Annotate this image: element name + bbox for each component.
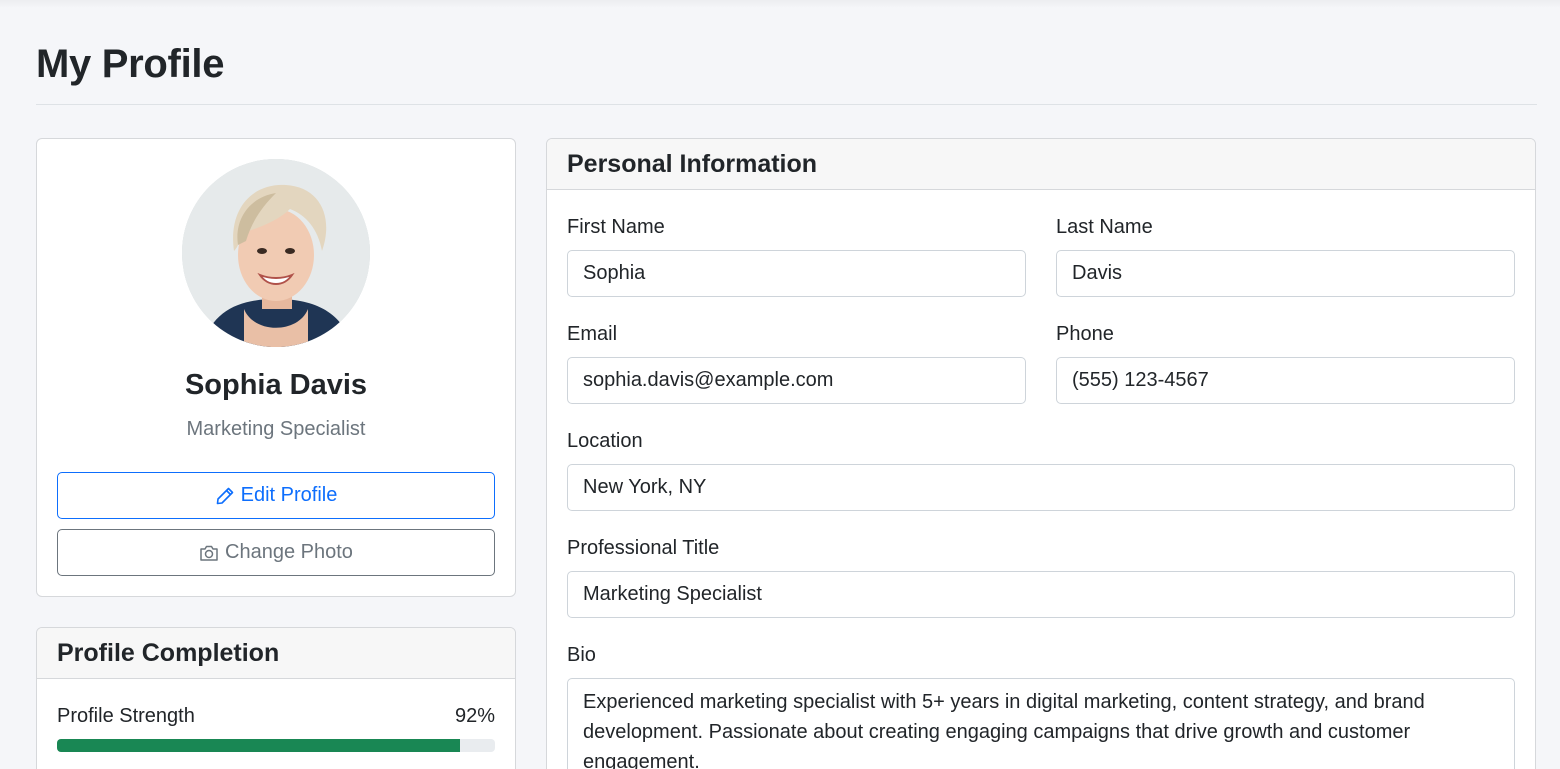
completion-header: Profile Completion (37, 628, 515, 679)
profile-job-title: Marketing Specialist (186, 418, 366, 440)
change-photo-button[interactable]: Change Photo (57, 529, 495, 576)
page-title: My Profile (36, 42, 225, 86)
avatar-photo (182, 159, 370, 347)
profile-strength-value: 92% (454, 705, 495, 727)
first-name-label: First Name (567, 216, 665, 238)
profile-strength-label: Profile Strength (57, 705, 195, 727)
phone-field[interactable]: (555) 123-4567 (1056, 357, 1515, 404)
professional-title-label: Professional Title (567, 537, 720, 559)
title-divider (36, 104, 1537, 105)
location-label: Location (567, 430, 643, 452)
profile-completion-card: Profile Completion Profile Strength 92% (36, 627, 516, 769)
email-field[interactable]: sophia.davis@example.com (567, 357, 1026, 404)
bio-label: Bio (567, 644, 596, 666)
first-name-field[interactable]: Sophia (567, 250, 1026, 297)
edit-profile-button[interactable]: Edit Profile (57, 472, 495, 519)
top-shadow (0, 0, 1560, 8)
profile-strength-row: Profile Strength 92% (57, 704, 495, 728)
last-name-label: Last Name (1056, 216, 1153, 238)
bio-textarea[interactable]: Experienced marketing specialist with 5+… (567, 678, 1515, 769)
profile-strength-progress-fill (57, 739, 460, 752)
pencil-icon (216, 487, 233, 504)
professional-title-field[interactable]: Marketing Specialist (567, 571, 1515, 618)
profile-strength-progress (57, 739, 495, 752)
personal-information-card: Personal Information First Name Sophia L… (546, 138, 1536, 769)
location-field[interactable]: New York, NY (567, 464, 1515, 511)
last-name-field[interactable]: Davis (1056, 250, 1515, 297)
personal-information-header: Personal Information (547, 139, 1535, 190)
profile-name: Sophia Davis (184, 369, 368, 401)
camera-icon (200, 545, 218, 561)
edit-profile-label: Edit Profile (240, 484, 338, 506)
change-photo-label: Change Photo (225, 541, 353, 563)
email-label: Email (567, 323, 618, 345)
phone-label: Phone (1056, 323, 1114, 345)
profile-card: Sophia Davis Marketing Specialist Edit P… (36, 138, 516, 597)
avatar (182, 159, 370, 347)
